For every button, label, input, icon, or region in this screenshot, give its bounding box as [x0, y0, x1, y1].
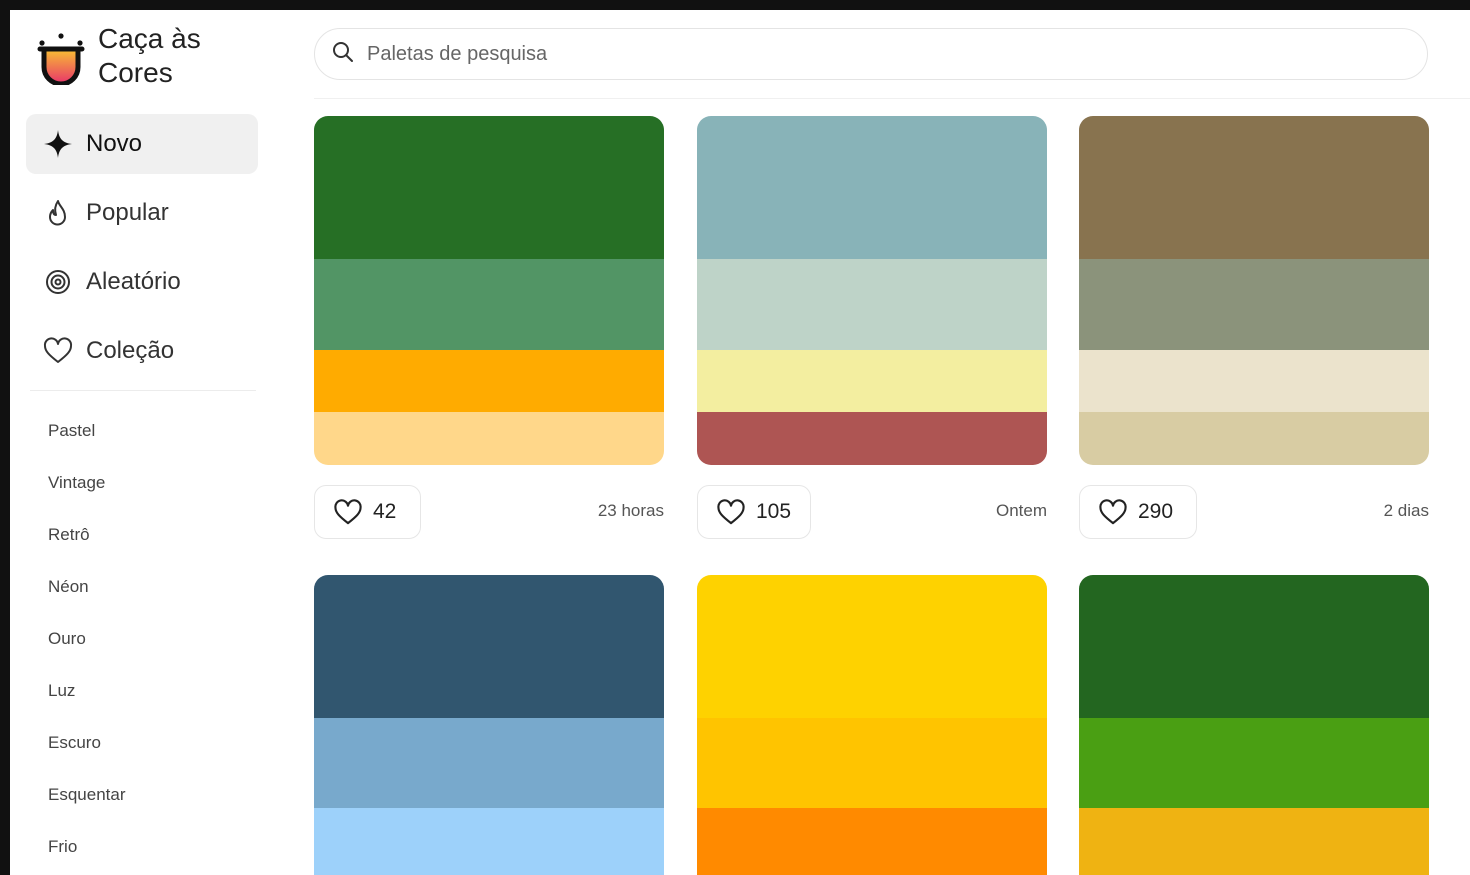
nav-item-colecao[interactable]: Coleção	[26, 321, 258, 381]
color-swatch[interactable]	[697, 718, 1047, 808]
logo-icon	[36, 27, 86, 87]
palette-card[interactable]	[697, 575, 1047, 875]
category-vintage[interactable]: Vintage	[48, 466, 126, 518]
category-ouro[interactable]: Ouro	[48, 622, 126, 674]
color-swatch[interactable]	[1079, 259, 1429, 350]
color-swatch[interactable]	[1079, 350, 1429, 412]
nav-label: Popular	[86, 199, 169, 226]
color-swatch[interactable]	[1079, 575, 1429, 718]
color-swatch[interactable]	[314, 808, 664, 875]
color-swatch[interactable]	[697, 259, 1047, 350]
search-icon	[331, 40, 355, 69]
app-name-line2: Cores	[98, 57, 173, 88]
category-frio[interactable]: Frio	[48, 830, 126, 875]
heart-outline-icon	[1098, 498, 1128, 526]
palette-meta: 105 Ontem	[697, 485, 1047, 541]
color-swatch[interactable]	[697, 116, 1047, 259]
category-escuro[interactable]: Escuro	[48, 726, 126, 778]
color-swatch[interactable]	[314, 718, 664, 808]
category-esquentar[interactable]: Esquentar	[48, 778, 126, 830]
header-divider	[314, 98, 1470, 99]
palette-card[interactable]	[1079, 116, 1429, 465]
app-name-line1: Caça às	[98, 23, 201, 54]
palette-time: 2 dias	[1383, 501, 1429, 520]
color-swatch[interactable]	[697, 412, 1047, 465]
palette-card[interactable]	[314, 575, 664, 875]
sidebar-nav: Novo Popular Aleatório Coleção	[26, 114, 258, 390]
search-bar[interactable]	[314, 28, 1428, 80]
nav-label: Aleatório	[86, 268, 181, 295]
heart-outline-icon	[716, 498, 746, 526]
like-count: 105	[756, 500, 792, 523]
palette-card[interactable]	[697, 116, 1047, 465]
palette-time: Ontem	[995, 501, 1047, 520]
color-swatch[interactable]	[1079, 718, 1429, 808]
sidebar-divider	[30, 390, 256, 391]
search-input[interactable]	[365, 41, 1369, 67]
like-button[interactable]: 105	[697, 485, 811, 539]
color-swatch[interactable]	[1079, 412, 1429, 465]
category-luz[interactable]: Luz	[48, 674, 126, 726]
nav-item-novo[interactable]: Novo	[26, 114, 258, 174]
color-swatch[interactable]	[314, 575, 664, 718]
like-count: 42	[373, 500, 397, 523]
nav-label: Novo	[86, 130, 143, 157]
palette-time: 23 horas	[597, 501, 664, 520]
category-pastel[interactable]: Pastel	[48, 414, 126, 466]
color-swatch[interactable]	[314, 412, 664, 465]
color-swatch[interactable]	[314, 116, 664, 259]
color-swatch[interactable]	[1079, 808, 1429, 875]
palette-meta: 290 2 dias	[1079, 485, 1429, 541]
color-swatch[interactable]	[697, 350, 1047, 412]
like-count: 290	[1138, 500, 1174, 523]
like-button[interactable]: 42	[314, 485, 421, 539]
sparkle-icon	[42, 128, 74, 160]
app-name: Caça às Cores	[98, 22, 201, 90]
nav-label: Coleção	[86, 337, 175, 364]
category-retro[interactable]: Retrô	[48, 518, 126, 570]
palette-meta: 42 23 horas	[314, 485, 664, 541]
palette-card[interactable]	[314, 116, 664, 465]
category-neon[interactable]: Néon	[48, 570, 126, 622]
nav-item-aleatorio[interactable]: Aleatório	[26, 252, 258, 312]
color-swatch[interactable]	[697, 575, 1047, 718]
heart-outline-icon	[42, 335, 74, 367]
color-swatch[interactable]	[314, 259, 664, 350]
palette-card[interactable]	[1079, 575, 1429, 875]
flame-icon	[42, 197, 74, 229]
color-swatch[interactable]	[697, 808, 1047, 875]
heart-outline-icon	[333, 498, 363, 526]
spiral-icon	[42, 266, 74, 298]
like-button[interactable]: 290	[1079, 485, 1197, 539]
color-swatch[interactable]	[1079, 116, 1429, 259]
nav-item-popular[interactable]: Popular	[26, 183, 258, 243]
category-list: Pastel Vintage Retrô Néon Ouro Luz Escur…	[48, 414, 126, 875]
app-window: Caça às Cores Novo	[10, 10, 1470, 875]
color-swatch[interactable]	[314, 350, 664, 412]
logo[interactable]: Caça às Cores	[36, 22, 201, 90]
